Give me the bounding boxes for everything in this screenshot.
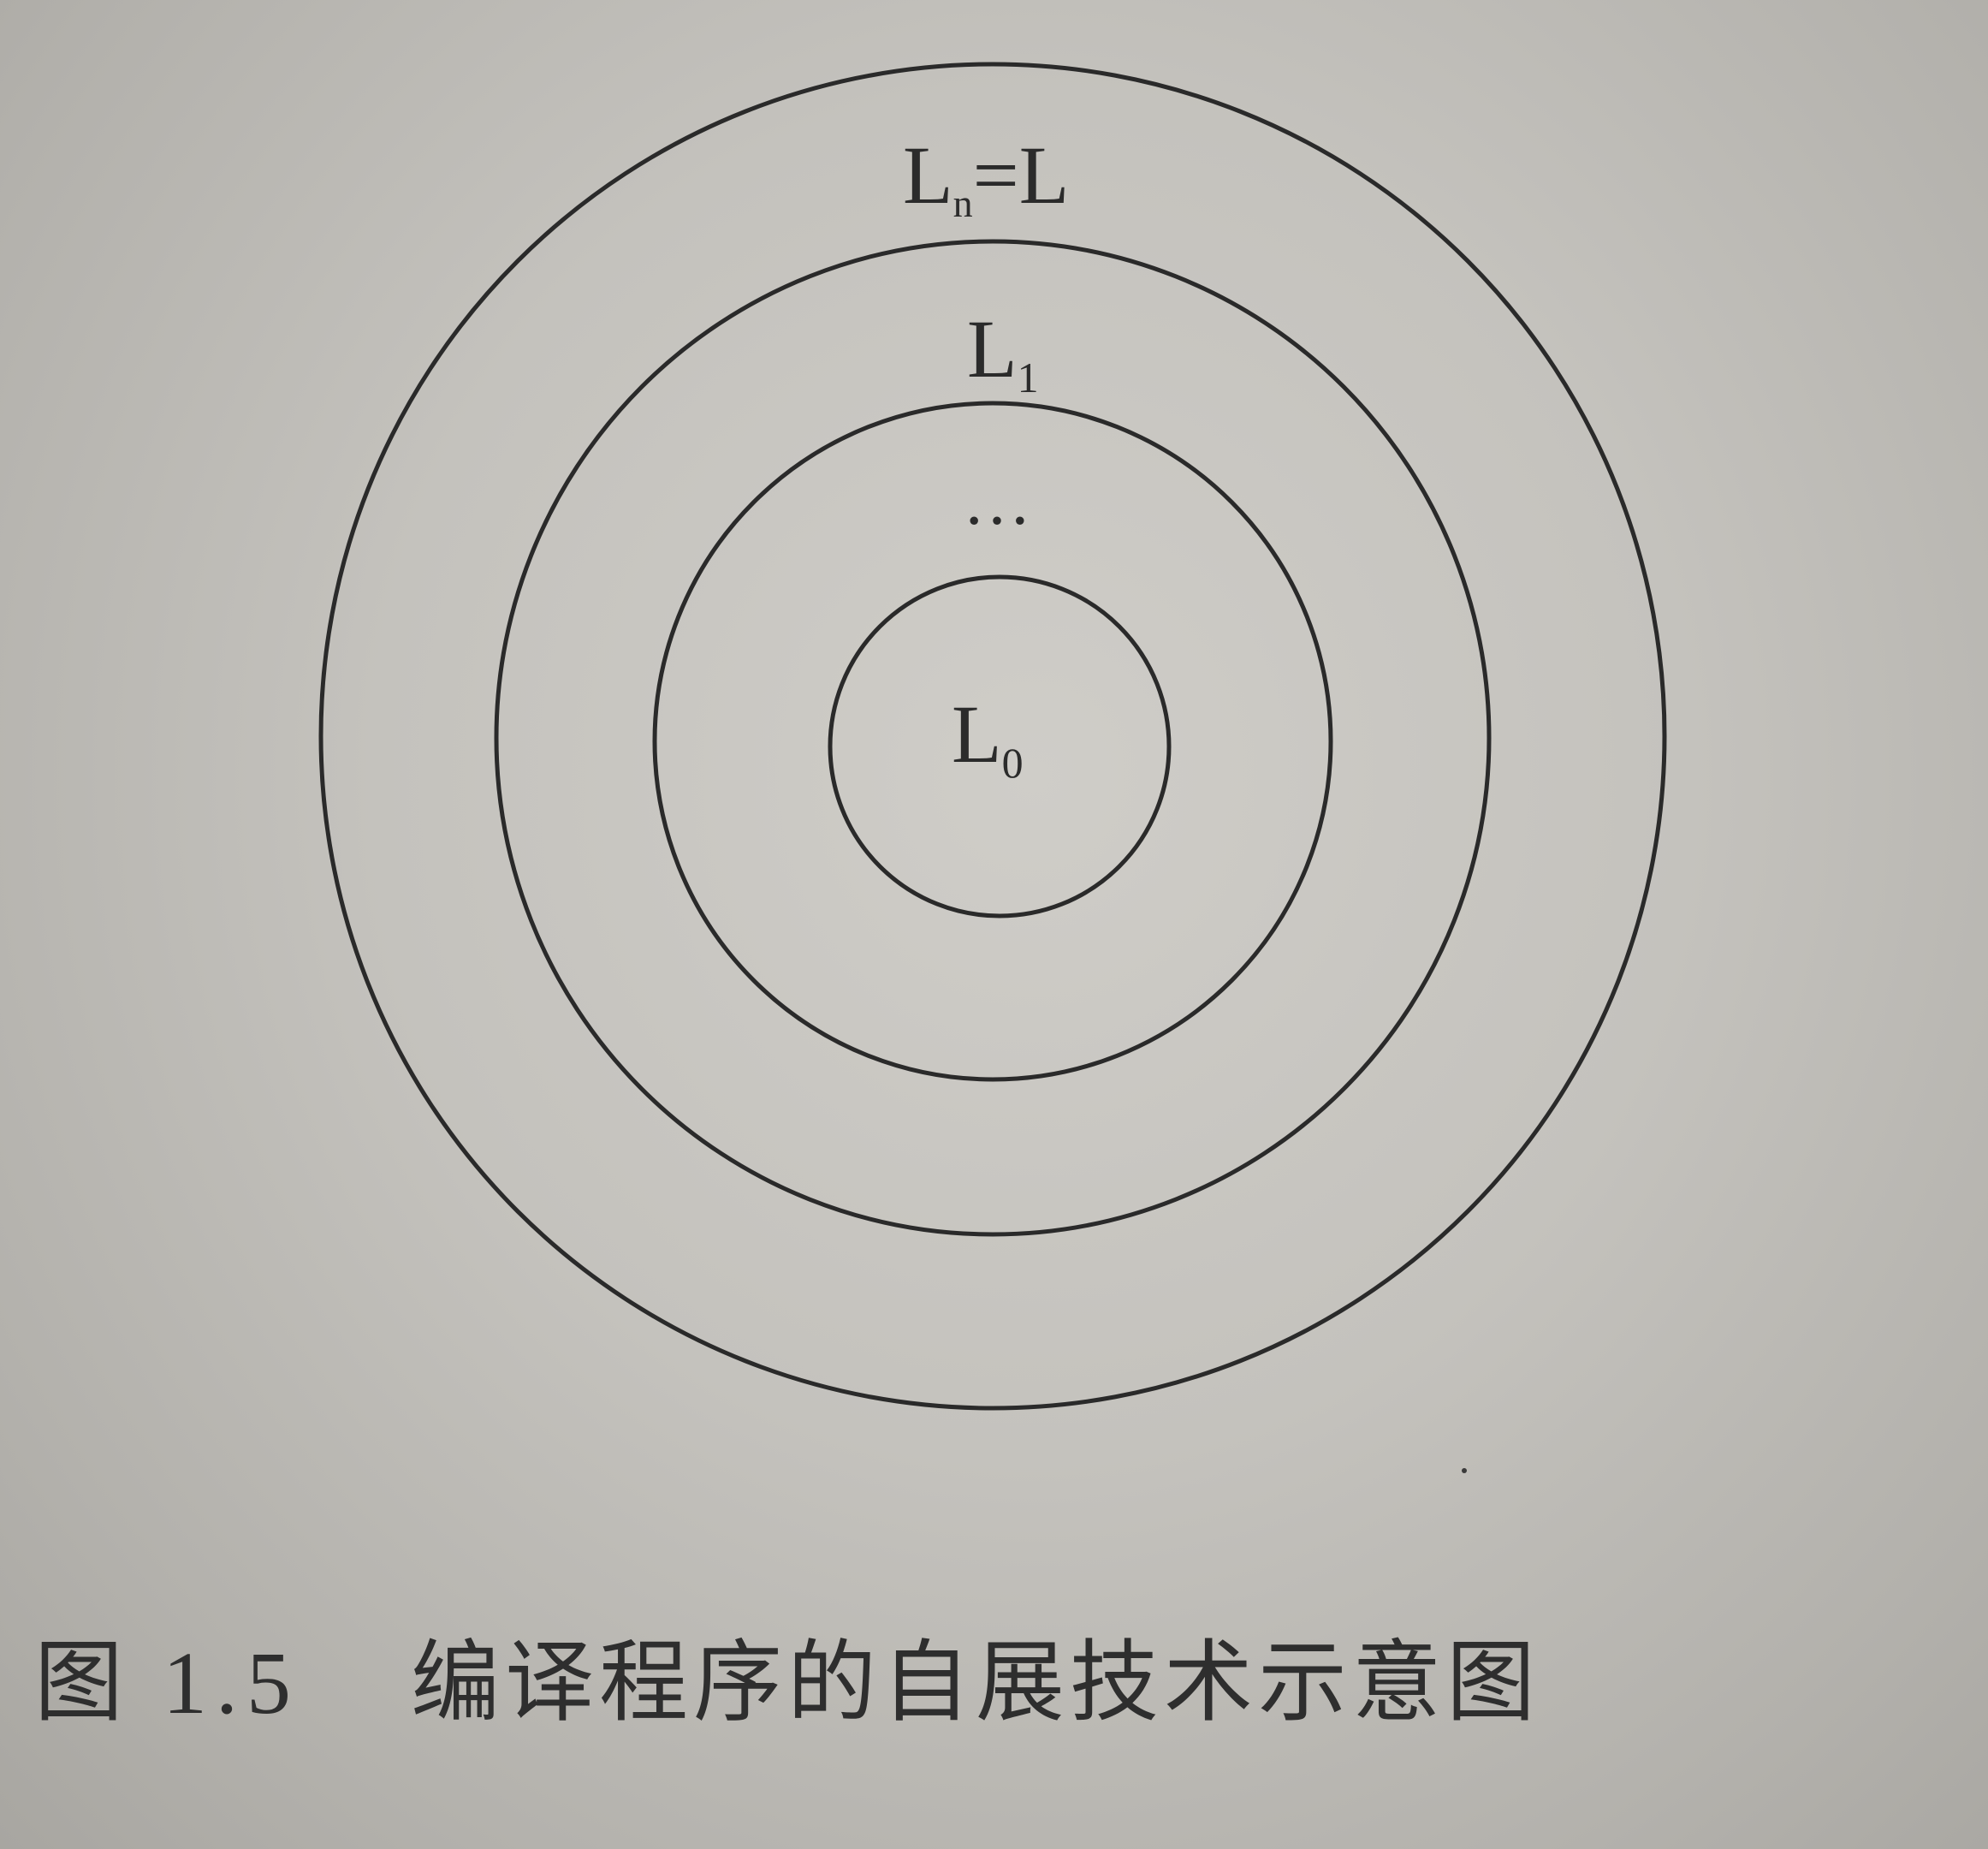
label-ln-base: L xyxy=(903,129,953,221)
figure-number: 图 1.5 xyxy=(34,1634,300,1733)
label-l0-sub: 0 xyxy=(1002,739,1024,787)
figure-title: 编译程序的自展技术示意图 xyxy=(411,1630,1541,1734)
label-ellipsis: … xyxy=(963,464,1031,539)
label-ln-suffix: =L xyxy=(973,129,1070,221)
label-l0-base: L xyxy=(952,688,1002,780)
concentric-bootstrapping-diagram: Ln=L L1 … L0 xyxy=(318,62,1667,1411)
label-ln-equals-l: Ln=L xyxy=(903,129,1069,225)
label-l1-base: L xyxy=(967,303,1018,395)
label-l0: L0 xyxy=(952,688,1024,787)
paper-speck xyxy=(1462,1468,1467,1473)
label-ln-sub: n xyxy=(953,181,973,225)
figure-caption: 图 1.5 编译程序的自展技术示意图 xyxy=(34,1609,1540,1739)
page: Ln=L L1 … L0 图 1.5 编译程序的自展技术示意图 xyxy=(0,0,1988,1849)
label-l1-sub: 1 xyxy=(1018,354,1039,401)
label-l1: L1 xyxy=(967,303,1039,401)
